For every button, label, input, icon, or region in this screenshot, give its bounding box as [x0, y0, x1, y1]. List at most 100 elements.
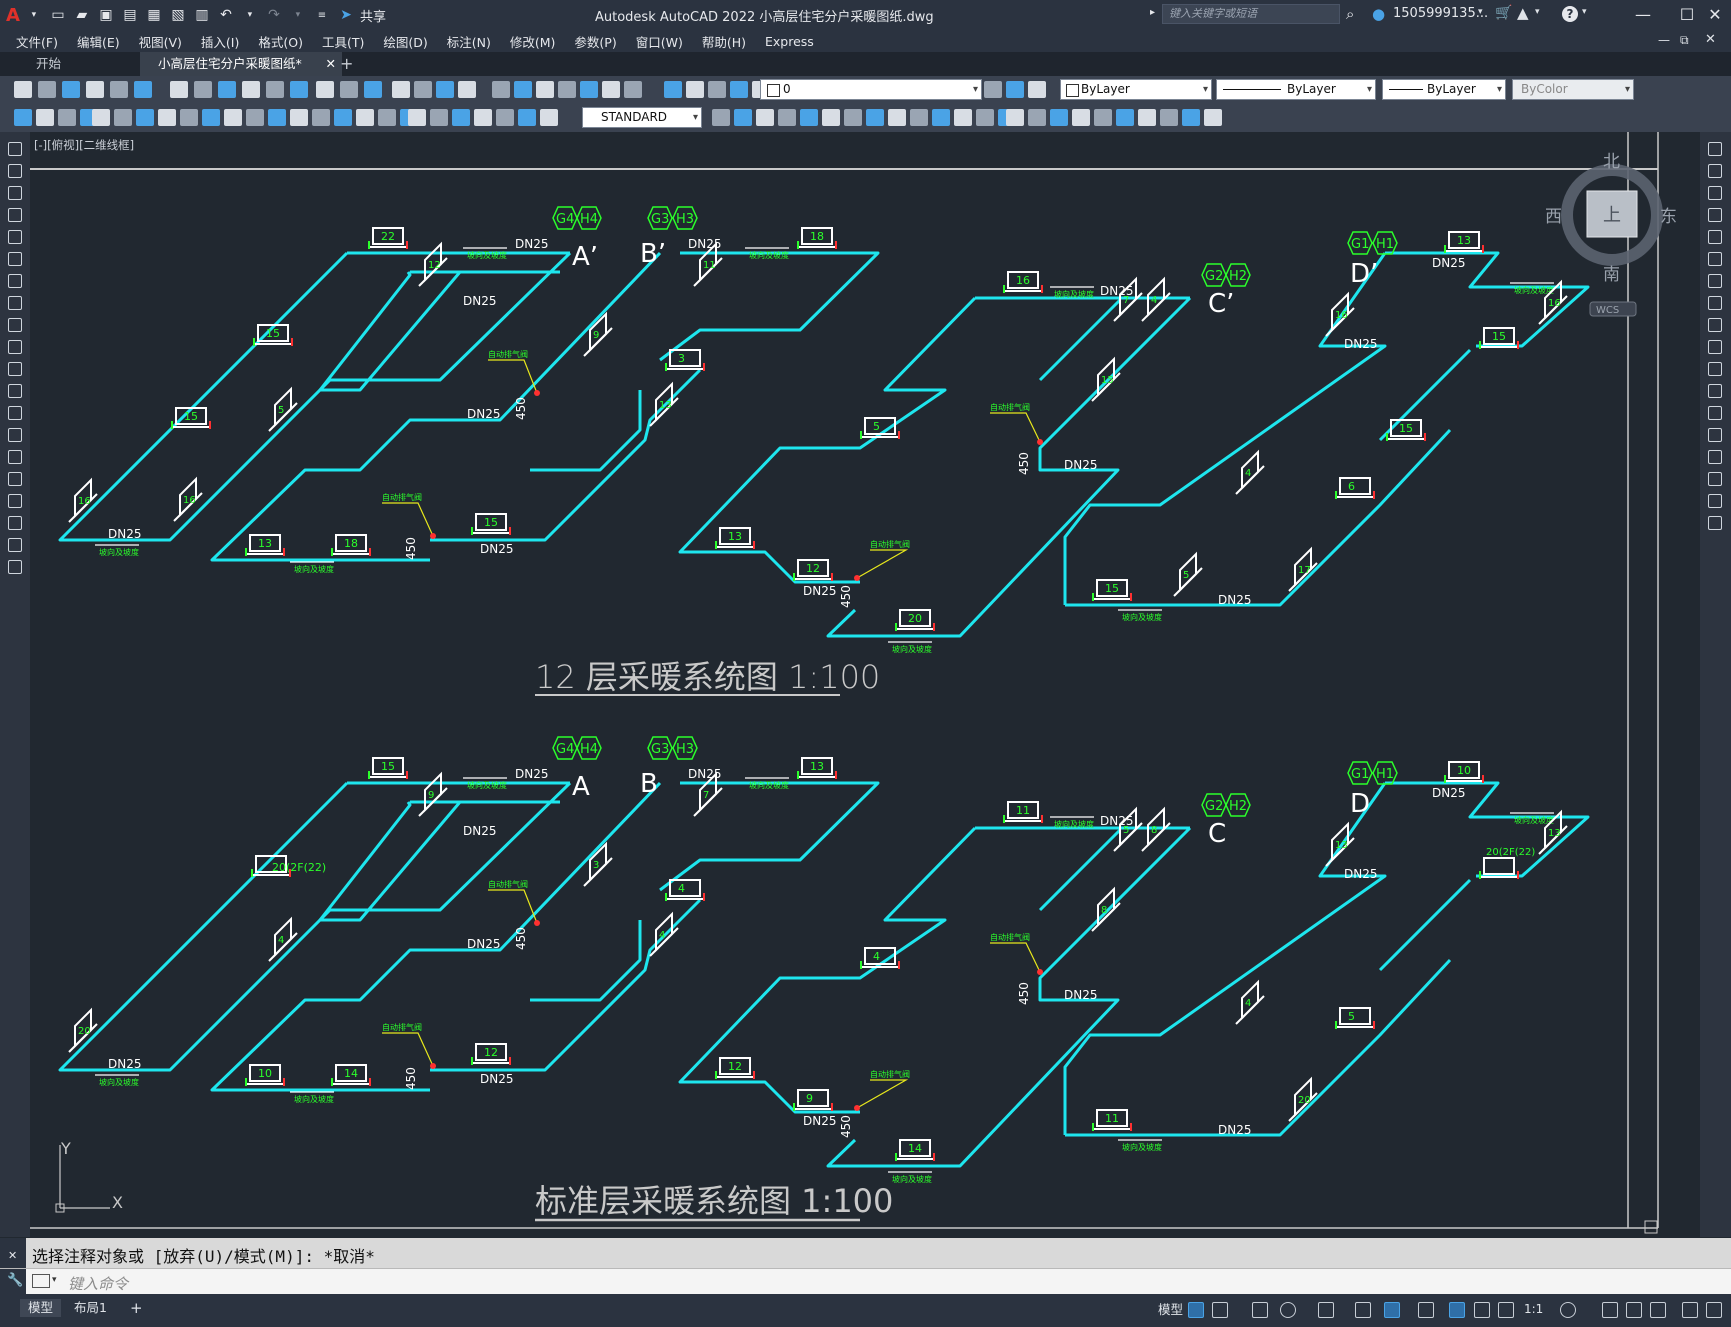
- clean-screen-icon[interactable]: [1682, 1302, 1698, 1318]
- doc-close-icon[interactable]: ✕: [1705, 32, 1716, 47]
- dim-tool-3-icon[interactable]: [58, 109, 76, 126]
- viewcube-west[interactable]: 西: [1545, 207, 1562, 227]
- ortho-icon[interactable]: [1252, 1302, 1268, 1318]
- dim-tool-27-icon[interactable]: [712, 109, 730, 126]
- viewcube-south[interactable]: 南: [1603, 265, 1620, 285]
- menu-parametric[interactable]: 参数(P): [564, 32, 625, 51]
- doc-restore-icon[interactable]: ⧉: [1680, 33, 1689, 48]
- standard-tool-15-icon[interactable]: [364, 81, 382, 98]
- add-icon[interactable]: [1602, 1302, 1618, 1318]
- isolate-icon[interactable]: [1626, 1302, 1642, 1318]
- tab-start[interactable]: 开始: [18, 52, 156, 76]
- snap-icon[interactable]: [1212, 1302, 1228, 1318]
- dim-tool-21-icon[interactable]: [430, 109, 448, 126]
- standard-tool-34-icon[interactable]: [1028, 81, 1046, 98]
- frame-corner-grip[interactable]: [1644, 1220, 1658, 1234]
- autodesk-app-icon[interactable]: ▲: [1517, 4, 1529, 22]
- modify-tool-4-icon[interactable]: [1708, 208, 1722, 222]
- customize-qat-icon[interactable]: ≡: [312, 5, 332, 25]
- modify-tool-6-icon[interactable]: [1708, 252, 1722, 266]
- modify-tool-1-icon[interactable]: [1708, 142, 1722, 156]
- draw-tool-12-icon[interactable]: [8, 384, 22, 398]
- menu-help[interactable]: 帮助(H): [692, 32, 755, 51]
- draw-tool-6-icon[interactable]: [8, 252, 22, 266]
- color-dropdown-icon[interactable]: ▾: [1203, 80, 1208, 99]
- dim-tool-22-icon[interactable]: [452, 109, 470, 126]
- text-style-dropdown-icon[interactable]: ▾: [693, 108, 698, 127]
- menu-view[interactable]: 视图(V): [129, 32, 191, 51]
- standard-tool-29-icon[interactable]: [708, 81, 726, 98]
- draw-tool-14-icon[interactable]: [8, 428, 22, 442]
- model-space-button[interactable]: 模型: [1150, 1301, 1191, 1319]
- dim-tool-28-icon[interactable]: [734, 109, 752, 126]
- draw-tool-19-icon[interactable]: [8, 538, 22, 552]
- draw-tool-8-icon[interactable]: [8, 296, 22, 310]
- standard-tool-7-icon[interactable]: [170, 81, 188, 98]
- standard-tool-17-icon[interactable]: [414, 81, 432, 98]
- standard-tool-22-icon[interactable]: [536, 81, 554, 98]
- modify-tool-15-icon[interactable]: [1708, 450, 1722, 464]
- minimize-icon[interactable]: —: [1630, 2, 1656, 28]
- modify-tool-7-icon[interactable]: [1708, 274, 1722, 288]
- viewcube-north[interactable]: 北: [1603, 152, 1620, 172]
- user-dropdown-icon[interactable]: ▾: [1478, 7, 1483, 17]
- standard-tool-24-icon[interactable]: [580, 81, 598, 98]
- dim-tool-30-icon[interactable]: [778, 109, 796, 126]
- standard-tool-26-icon[interactable]: [624, 81, 642, 98]
- open-file-icon[interactable]: ▰: [72, 5, 92, 25]
- menu-edit[interactable]: 编辑(E): [67, 32, 129, 51]
- standard-tool-23-icon[interactable]: [558, 81, 576, 98]
- undo-dropdown-icon[interactable]: ▾: [240, 5, 260, 25]
- modify-tool-9-icon[interactable]: [1708, 318, 1722, 332]
- layer-dropdown-icon[interactable]: ▾: [973, 80, 978, 99]
- customize-statusbar-icon[interactable]: [1706, 1302, 1722, 1318]
- draw-tool-5-icon[interactable]: [8, 230, 22, 244]
- linetype-combo[interactable]: ByLayer ▾: [1216, 79, 1376, 100]
- standard-tool-11-icon[interactable]: [266, 81, 284, 98]
- dim-tool-32-icon[interactable]: [822, 109, 840, 126]
- standard-tool-9-icon[interactable]: [218, 81, 236, 98]
- dim-tool-34-icon[interactable]: [866, 109, 884, 126]
- menu-express[interactable]: Express: [755, 34, 823, 49]
- dim-tool-47-icon[interactable]: [1138, 109, 1156, 126]
- dim-tool-9-icon[interactable]: [180, 109, 198, 126]
- viewcube-east[interactable]: 东: [1660, 207, 1677, 227]
- plot-icon[interactable]: ▥: [192, 5, 212, 25]
- dim-tool-29-icon[interactable]: [756, 109, 774, 126]
- draw-tool-16-icon[interactable]: [8, 472, 22, 486]
- menu-format[interactable]: 格式(O): [248, 32, 312, 51]
- dim-tool-46-icon[interactable]: [1116, 109, 1134, 126]
- dim-tool-2-icon[interactable]: [36, 109, 54, 126]
- dim-tool-20-icon[interactable]: [408, 109, 426, 126]
- modify-tool-5-icon[interactable]: [1708, 230, 1722, 244]
- modify-tool-11-icon[interactable]: [1708, 362, 1722, 376]
- plotstyle-combo[interactable]: ByColor ▾: [1512, 79, 1634, 100]
- tab-model[interactable]: 模型: [20, 1299, 62, 1317]
- dim-tool-16-icon[interactable]: [334, 109, 352, 126]
- linetype-dropdown-icon[interactable]: ▾: [1367, 80, 1372, 99]
- dim-tool-1-icon[interactable]: [14, 109, 32, 126]
- dim-tool-7-icon[interactable]: [136, 109, 154, 126]
- modify-tool-10-icon[interactable]: [1708, 340, 1722, 354]
- dim-tool-6-icon[interactable]: [114, 109, 132, 126]
- dim-tool-45-icon[interactable]: [1094, 109, 1112, 126]
- annotation-scale-value[interactable]: 1:1: [1524, 1302, 1543, 1316]
- standard-tool-28-icon[interactable]: [686, 81, 704, 98]
- dim-tool-15-icon[interactable]: [312, 109, 330, 126]
- draw-tool-9-icon[interactable]: [8, 318, 22, 332]
- save-icon[interactable]: ▣: [96, 5, 116, 25]
- redo-icon[interactable]: ↷: [264, 5, 284, 25]
- menu-insert[interactable]: 插入(I): [191, 32, 248, 51]
- command-line-grip[interactable]: ✕: [0, 1238, 26, 1268]
- draw-tool-18-icon[interactable]: [8, 516, 22, 530]
- standard-tool-10-icon[interactable]: [242, 81, 260, 98]
- standard-tool-19-icon[interactable]: [458, 81, 476, 98]
- command-prompt-dropdown-icon[interactable]: ▾: [52, 1275, 57, 1285]
- standard-tool-21-icon[interactable]: [514, 81, 532, 98]
- draw-tool-20-icon[interactable]: [8, 560, 22, 574]
- dim-tool-35-icon[interactable]: [888, 109, 906, 126]
- draw-tool-10-icon[interactable]: [8, 340, 22, 354]
- dim-tool-38-icon[interactable]: [954, 109, 972, 126]
- object-track-icon[interactable]: [1355, 1302, 1371, 1318]
- maximize-icon[interactable]: ☐: [1674, 2, 1700, 28]
